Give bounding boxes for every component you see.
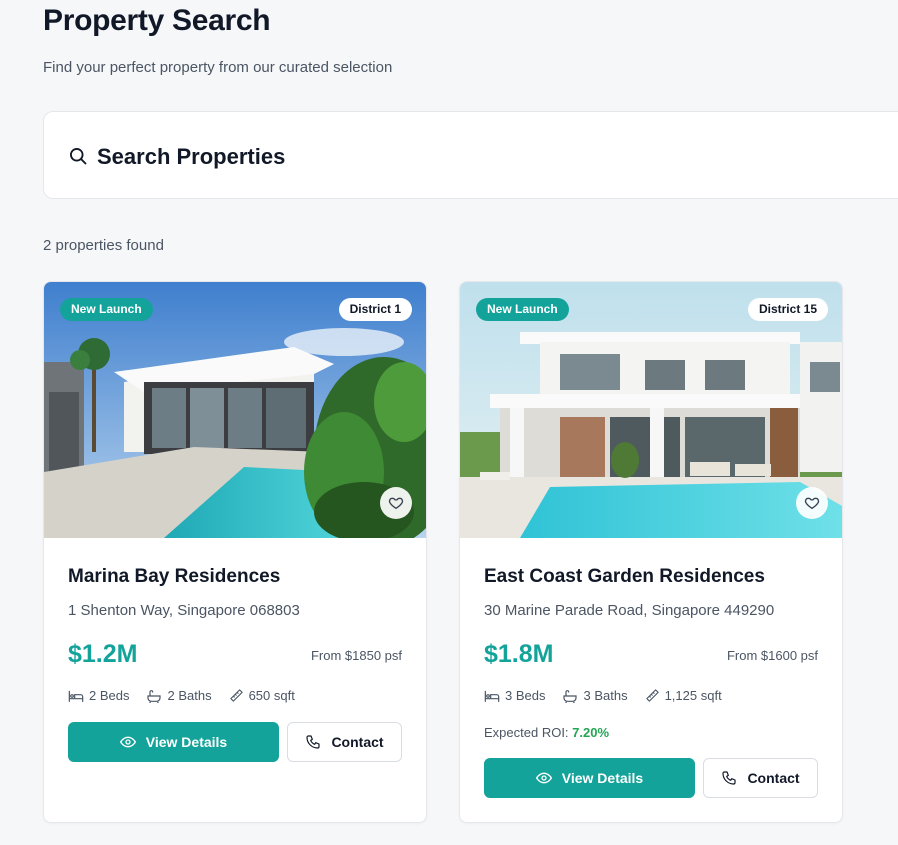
property-card[interactable]: New Launch District 15 East Coast Garden… [459,281,843,823]
search-panel-title: Search Properties [97,144,286,169]
search-icon [70,148,87,165]
property-price: $1.2M [68,640,138,668]
favorite-button[interactable] [380,487,412,519]
page-subtitle: Find your perfect property from our cura… [43,59,393,76]
property-price: $1.8M [484,640,554,668]
property-image[interactable]: New Launch District 15 [460,282,842,538]
price-per-sqft: From $1850 psf [310,648,402,663]
beds-label: 2 Beds [89,688,130,703]
property-name[interactable]: East Coast Garden Residences [484,566,765,588]
area-label: 1,125 sqft [664,688,722,703]
area-feature: 1,125 sqft [645,688,722,703]
phone-icon [306,735,321,749]
property-features: 2 Beds 2 Baths 650 sqft [68,688,295,703]
baths-label: 2 Baths [167,688,212,703]
property-card[interactable]: New Launch District 1 Marina Bay Residen… [43,281,427,823]
property-address: 1 Shenton Way, Singapore 068803 [68,602,300,619]
baths-feature: 3 Baths [562,688,628,703]
view-details-label: View Details [145,734,228,750]
heart-icon [804,497,820,509]
bath-icon [147,689,162,703]
roi-label: Expected ROI: [484,725,569,740]
beds-feature: 2 Beds [68,688,129,703]
beds-label: 3 Beds [505,688,546,703]
contact-button[interactable]: Contact [287,722,402,762]
bath-icon [563,689,578,703]
results-count: 2 properties found [43,237,164,254]
area-label: 650 sqft [248,688,295,703]
bed-icon [484,690,500,702]
price-per-sqft: From $1600 psf [726,648,818,663]
view-details-button[interactable]: View Details [484,758,695,798]
district-badge: District 15 [747,298,828,321]
roi-value: 7.20% [572,725,610,740]
new-launch-badge: New Launch [60,298,153,321]
favorite-button[interactable] [796,487,828,519]
contact-label: Contact [331,734,384,750]
page-title: Property Search [43,4,271,37]
ruler-icon [645,689,659,702]
heart-icon [388,497,404,509]
contact-label: Contact [747,770,800,786]
property-name[interactable]: Marina Bay Residences [68,566,280,588]
ruler-icon [229,689,243,702]
district-badge: District 1 [338,298,412,321]
phone-icon [722,771,737,785]
property-image[interactable]: New Launch District 1 [44,282,426,538]
baths-feature: 2 Baths [146,688,212,703]
expected-roi: Expected ROI: 7.20% [484,725,609,740]
beds-feature: 3 Beds [484,688,545,703]
property-address: 30 Marine Parade Road, Singapore 449290 [484,602,775,619]
eye-icon [119,736,136,748]
new-launch-badge: New Launch [476,298,569,321]
view-details-button[interactable]: View Details [68,722,279,762]
contact-button[interactable]: Contact [703,758,818,798]
eye-icon [535,772,552,784]
bed-icon [68,690,84,702]
area-feature: 650 sqft [229,688,295,703]
property-features: 3 Beds 3 Baths 1,125 sqft [484,688,722,703]
baths-label: 3 Baths [583,688,628,703]
search-panel[interactable]: Search Properties [43,111,898,199]
view-details-label: View Details [561,770,644,786]
